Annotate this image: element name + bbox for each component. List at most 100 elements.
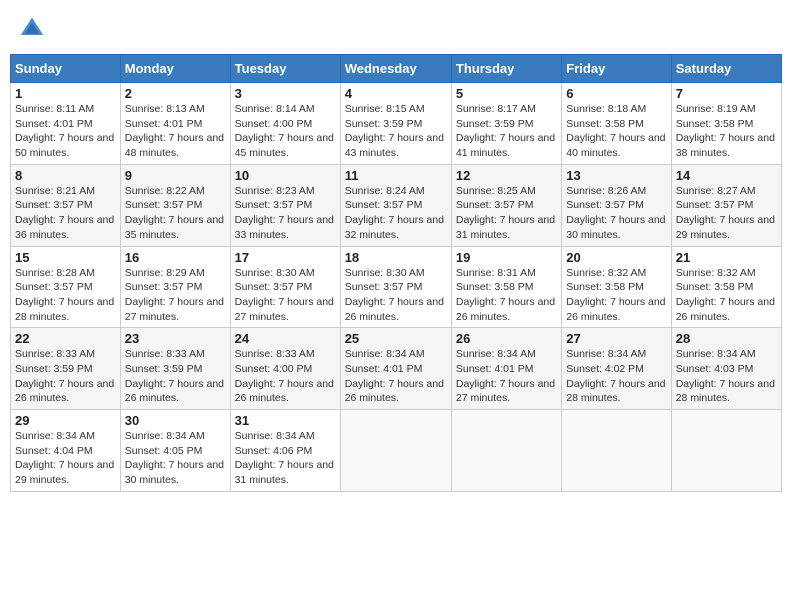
day-info: Sunrise: 8:30 AM Sunset: 3:57 PM Dayligh…: [345, 266, 447, 325]
day-info: Sunrise: 8:34 AM Sunset: 4:05 PM Dayligh…: [125, 429, 226, 488]
day-number: 29: [15, 413, 116, 428]
day-info: Sunrise: 8:19 AM Sunset: 3:58 PM Dayligh…: [676, 102, 777, 161]
day-info: Sunrise: 8:34 AM Sunset: 4:02 PM Dayligh…: [566, 347, 666, 406]
day-number: 16: [125, 250, 226, 265]
day-number: 3: [235, 86, 336, 101]
weekday-header: Friday: [562, 55, 671, 83]
day-info: Sunrise: 8:33 AM Sunset: 3:59 PM Dayligh…: [125, 347, 226, 406]
day-number: 14: [676, 168, 777, 183]
calendar-day-cell: 7 Sunrise: 8:19 AM Sunset: 3:58 PM Dayli…: [671, 83, 781, 165]
calendar-table: SundayMondayTuesdayWednesdayThursdayFrid…: [10, 54, 782, 492]
day-info: Sunrise: 8:26 AM Sunset: 3:57 PM Dayligh…: [566, 184, 666, 243]
day-number: 20: [566, 250, 666, 265]
day-number: 18: [345, 250, 447, 265]
day-info: Sunrise: 8:18 AM Sunset: 3:58 PM Dayligh…: [566, 102, 666, 161]
day-number: 28: [676, 331, 777, 346]
day-info: Sunrise: 8:31 AM Sunset: 3:58 PM Dayligh…: [456, 266, 557, 325]
day-number: 12: [456, 168, 557, 183]
calendar-day-cell: 19 Sunrise: 8:31 AM Sunset: 3:58 PM Dayl…: [451, 246, 561, 328]
day-info: Sunrise: 8:27 AM Sunset: 3:57 PM Dayligh…: [676, 184, 777, 243]
weekday-header: Monday: [120, 55, 230, 83]
day-info: Sunrise: 8:17 AM Sunset: 3:59 PM Dayligh…: [456, 102, 557, 161]
day-info: Sunrise: 8:34 AM Sunset: 4:06 PM Dayligh…: [235, 429, 336, 488]
calendar-day-cell: 15 Sunrise: 8:28 AM Sunset: 3:57 PM Dayl…: [11, 246, 121, 328]
calendar-day-cell: 26 Sunrise: 8:34 AM Sunset: 4:01 PM Dayl…: [451, 328, 561, 410]
day-number: 9: [125, 168, 226, 183]
calendar-day-cell: 24 Sunrise: 8:33 AM Sunset: 4:00 PM Dayl…: [230, 328, 340, 410]
weekday-header: Tuesday: [230, 55, 340, 83]
day-number: 6: [566, 86, 666, 101]
day-number: 19: [456, 250, 557, 265]
calendar-day-cell: 31 Sunrise: 8:34 AM Sunset: 4:06 PM Dayl…: [230, 410, 340, 492]
day-info: Sunrise: 8:34 AM Sunset: 4:03 PM Dayligh…: [676, 347, 777, 406]
day-info: Sunrise: 8:21 AM Sunset: 3:57 PM Dayligh…: [15, 184, 116, 243]
calendar-day-cell: 6 Sunrise: 8:18 AM Sunset: 3:58 PM Dayli…: [562, 83, 671, 165]
day-info: Sunrise: 8:25 AM Sunset: 3:57 PM Dayligh…: [456, 184, 557, 243]
day-info: Sunrise: 8:15 AM Sunset: 3:59 PM Dayligh…: [345, 102, 447, 161]
day-number: 26: [456, 331, 557, 346]
day-number: 11: [345, 168, 447, 183]
header: [10, 10, 782, 46]
calendar-day-cell: 10 Sunrise: 8:23 AM Sunset: 3:57 PM Dayl…: [230, 164, 340, 246]
day-info: Sunrise: 8:28 AM Sunset: 3:57 PM Dayligh…: [15, 266, 116, 325]
day-number: 31: [235, 413, 336, 428]
calendar-week-row: 8 Sunrise: 8:21 AM Sunset: 3:57 PM Dayli…: [11, 164, 782, 246]
day-info: Sunrise: 8:22 AM Sunset: 3:57 PM Dayligh…: [125, 184, 226, 243]
calendar-week-row: 29 Sunrise: 8:34 AM Sunset: 4:04 PM Dayl…: [11, 410, 782, 492]
day-number: 17: [235, 250, 336, 265]
weekday-header: Sunday: [11, 55, 121, 83]
calendar-day-cell: 4 Sunrise: 8:15 AM Sunset: 3:59 PM Dayli…: [340, 83, 451, 165]
calendar-day-cell: 30 Sunrise: 8:34 AM Sunset: 4:05 PM Dayl…: [120, 410, 230, 492]
calendar-day-cell: 14 Sunrise: 8:27 AM Sunset: 3:57 PM Dayl…: [671, 164, 781, 246]
day-info: Sunrise: 8:30 AM Sunset: 3:57 PM Dayligh…: [235, 266, 336, 325]
day-number: 27: [566, 331, 666, 346]
calendar-day-cell: 13 Sunrise: 8:26 AM Sunset: 3:57 PM Dayl…: [562, 164, 671, 246]
day-number: 4: [345, 86, 447, 101]
day-info: Sunrise: 8:24 AM Sunset: 3:57 PM Dayligh…: [345, 184, 447, 243]
logo-icon: [18, 14, 46, 42]
calendar-week-row: 22 Sunrise: 8:33 AM Sunset: 3:59 PM Dayl…: [11, 328, 782, 410]
calendar-header-row: SundayMondayTuesdayWednesdayThursdayFrid…: [11, 55, 782, 83]
day-number: 10: [235, 168, 336, 183]
day-info: Sunrise: 8:13 AM Sunset: 4:01 PM Dayligh…: [125, 102, 226, 161]
weekday-header: Saturday: [671, 55, 781, 83]
calendar-day-cell: 1 Sunrise: 8:11 AM Sunset: 4:01 PM Dayli…: [11, 83, 121, 165]
day-number: 22: [15, 331, 116, 346]
calendar-day-cell: 8 Sunrise: 8:21 AM Sunset: 3:57 PM Dayli…: [11, 164, 121, 246]
calendar-day-cell: 23 Sunrise: 8:33 AM Sunset: 3:59 PM Dayl…: [120, 328, 230, 410]
day-number: 13: [566, 168, 666, 183]
day-number: 23: [125, 331, 226, 346]
calendar-day-cell: 22 Sunrise: 8:33 AM Sunset: 3:59 PM Dayl…: [11, 328, 121, 410]
day-number: 15: [15, 250, 116, 265]
calendar-day-cell: [340, 410, 451, 492]
day-number: 25: [345, 331, 447, 346]
weekday-header: Thursday: [451, 55, 561, 83]
day-number: 1: [15, 86, 116, 101]
calendar-day-cell: [451, 410, 561, 492]
calendar-day-cell: 25 Sunrise: 8:34 AM Sunset: 4:01 PM Dayl…: [340, 328, 451, 410]
day-info: Sunrise: 8:32 AM Sunset: 3:58 PM Dayligh…: [566, 266, 666, 325]
day-info: Sunrise: 8:34 AM Sunset: 4:01 PM Dayligh…: [345, 347, 447, 406]
day-number: 2: [125, 86, 226, 101]
day-number: 21: [676, 250, 777, 265]
calendar-day-cell: 11 Sunrise: 8:24 AM Sunset: 3:57 PM Dayl…: [340, 164, 451, 246]
day-info: Sunrise: 8:33 AM Sunset: 3:59 PM Dayligh…: [15, 347, 116, 406]
calendar-day-cell: 9 Sunrise: 8:22 AM Sunset: 3:57 PM Dayli…: [120, 164, 230, 246]
day-number: 7: [676, 86, 777, 101]
calendar-day-cell: 28 Sunrise: 8:34 AM Sunset: 4:03 PM Dayl…: [671, 328, 781, 410]
calendar-day-cell: 27 Sunrise: 8:34 AM Sunset: 4:02 PM Dayl…: [562, 328, 671, 410]
weekday-header: Wednesday: [340, 55, 451, 83]
day-info: Sunrise: 8:33 AM Sunset: 4:00 PM Dayligh…: [235, 347, 336, 406]
calendar-day-cell: 17 Sunrise: 8:30 AM Sunset: 3:57 PM Dayl…: [230, 246, 340, 328]
calendar-day-cell: 16 Sunrise: 8:29 AM Sunset: 3:57 PM Dayl…: [120, 246, 230, 328]
day-info: Sunrise: 8:11 AM Sunset: 4:01 PM Dayligh…: [15, 102, 116, 161]
calendar-day-cell: 3 Sunrise: 8:14 AM Sunset: 4:00 PM Dayli…: [230, 83, 340, 165]
day-info: Sunrise: 8:32 AM Sunset: 3:58 PM Dayligh…: [676, 266, 777, 325]
calendar-day-cell: 12 Sunrise: 8:25 AM Sunset: 3:57 PM Dayl…: [451, 164, 561, 246]
calendar-day-cell: 5 Sunrise: 8:17 AM Sunset: 3:59 PM Dayli…: [451, 83, 561, 165]
day-number: 30: [125, 413, 226, 428]
calendar-day-cell: 21 Sunrise: 8:32 AM Sunset: 3:58 PM Dayl…: [671, 246, 781, 328]
calendar-week-row: 1 Sunrise: 8:11 AM Sunset: 4:01 PM Dayli…: [11, 83, 782, 165]
day-info: Sunrise: 8:34 AM Sunset: 4:01 PM Dayligh…: [456, 347, 557, 406]
day-info: Sunrise: 8:14 AM Sunset: 4:00 PM Dayligh…: [235, 102, 336, 161]
